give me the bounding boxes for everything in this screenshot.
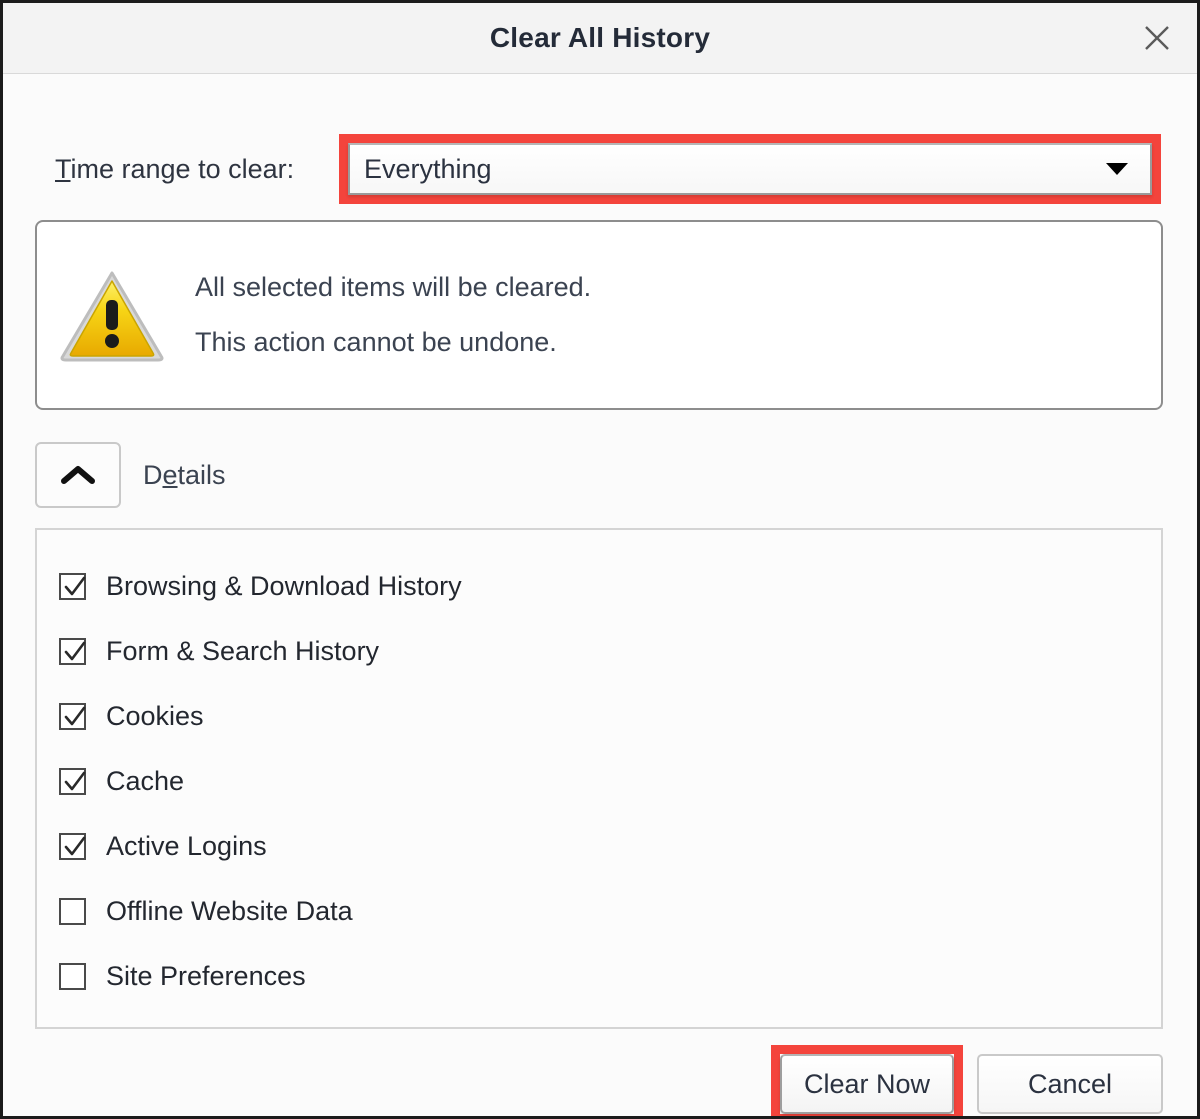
- checkbox-checked-icon[interactable]: [59, 768, 86, 795]
- details-checkbox-list: Browsing & Download History Form & Search…: [35, 528, 1163, 1029]
- checklist-item-label: Active Logins: [106, 831, 267, 861]
- checklist-item[interactable]: Site Preferences: [37, 944, 1161, 1009]
- checkbox-checked-icon[interactable]: [59, 703, 86, 730]
- checklist-item[interactable]: Offline Website Data: [37, 879, 1161, 944]
- warning-line-1: All selected items will be cleared.: [195, 272, 592, 302]
- checklist-item[interactable]: Browsing & Download History: [37, 554, 1161, 619]
- warning-panel: All selected items will be cleared. This…: [35, 220, 1163, 410]
- time-range-row: Time range to clear: Everything: [27, 74, 1173, 204]
- time-range-label: Time range to clear:: [27, 154, 337, 185]
- checkbox-unchecked-icon[interactable]: [59, 963, 86, 990]
- dialog-titlebar: Clear All History: [3, 3, 1197, 74]
- checkbox-checked-icon[interactable]: [59, 573, 86, 600]
- time-range-selected-value: Everything: [364, 153, 492, 184]
- details-toggle-button[interactable]: [35, 442, 121, 508]
- cancel-button[interactable]: Cancel: [977, 1054, 1163, 1114]
- checklist-item-label: Browsing & Download History: [106, 571, 462, 601]
- warning-text-group: All selected items will be cleared. This…: [187, 274, 1161, 356]
- checklist-item[interactable]: Cache: [37, 749, 1161, 814]
- clear-all-history-dialog: Clear All History Time range to clear: E…: [0, 0, 1200, 1119]
- details-label-accesskey: e: [162, 459, 178, 490]
- checkbox-checked-icon[interactable]: [59, 638, 86, 665]
- checklist-item-label: Cookies: [106, 701, 204, 731]
- checklist-item[interactable]: Form & Search History: [37, 619, 1161, 684]
- chevron-down-icon: [1106, 163, 1128, 175]
- details-row: Details: [35, 442, 1173, 508]
- dialog-footer: Clear Now Cancel: [27, 1045, 1163, 1116]
- details-label-rest: tails: [177, 459, 226, 490]
- clear-now-button[interactable]: Clear Now: [780, 1054, 954, 1114]
- time-range-highlight-box: Everything: [339, 134, 1161, 204]
- checklist-item-label: Cache: [106, 766, 185, 796]
- close-icon[interactable]: [1135, 16, 1179, 60]
- checkbox-unchecked-icon[interactable]: [59, 898, 86, 925]
- details-label: Details: [143, 460, 226, 491]
- checkbox-checked-icon[interactable]: [59, 833, 86, 860]
- time-range-label-accesskey: T: [55, 153, 71, 184]
- checklist-item[interactable]: Cookies: [37, 684, 1161, 749]
- checklist-item[interactable]: Active Logins: [37, 814, 1161, 879]
- warning-line-2: This action cannot be undone.: [195, 327, 557, 357]
- chevron-up-icon: [61, 466, 95, 484]
- dialog-title: Clear All History: [489, 22, 711, 53]
- time-range-label-text: ime range to clear:: [70, 153, 295, 184]
- checklist-item-label: Site Preferences: [106, 961, 306, 991]
- checklist-item-label: Offline Website Data: [106, 896, 353, 926]
- warning-triangle-icon: [37, 267, 187, 363]
- details-label-prefix: D: [143, 459, 163, 490]
- time-range-select[interactable]: Everything: [348, 143, 1152, 195]
- clear-now-highlight-box: Clear Now: [771, 1045, 963, 1116]
- dialog-body: Time range to clear: Everything All sele…: [3, 74, 1197, 1116]
- checklist-item-label: Form & Search History: [106, 636, 380, 666]
